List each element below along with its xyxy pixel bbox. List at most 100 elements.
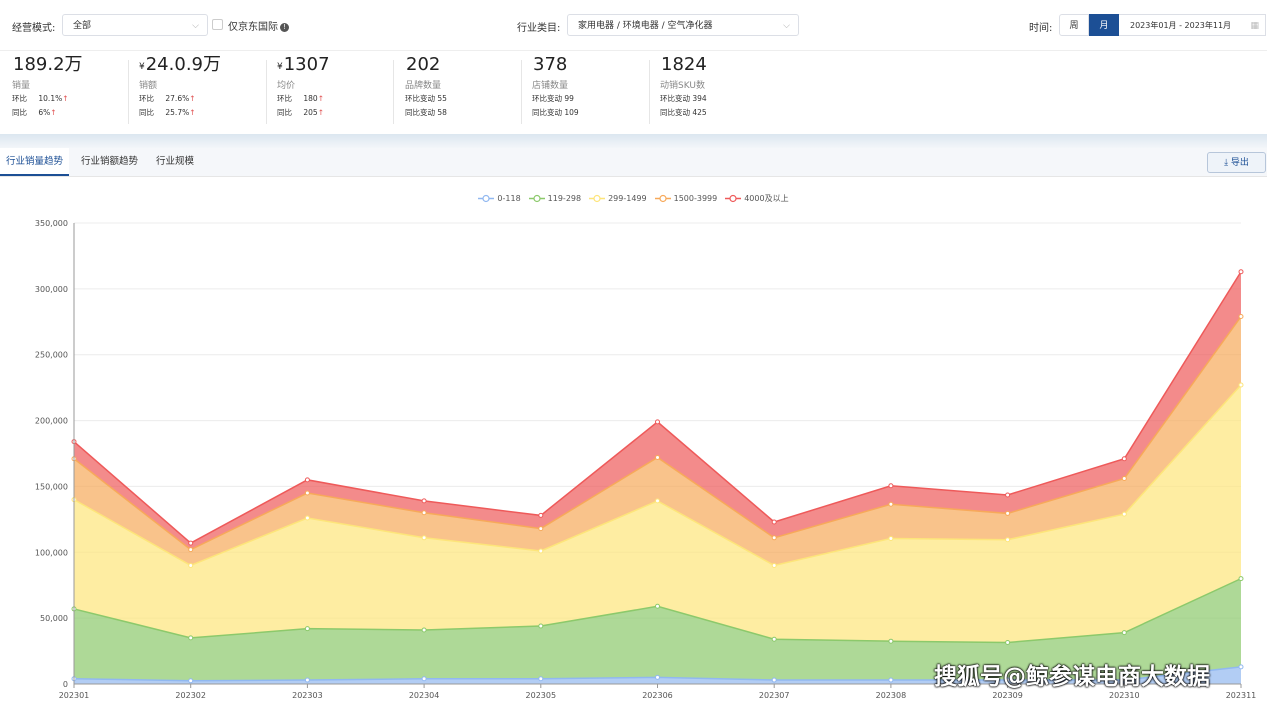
- data-point: [1005, 537, 1011, 543]
- category-select-value: 家用电器 / 环境电器 / 空气净化器: [578, 21, 713, 31]
- legend-label: 4000及以上: [744, 194, 789, 203]
- y-tick-label: 300,000: [35, 285, 68, 294]
- data-point: [188, 678, 194, 684]
- data-point: [304, 477, 310, 483]
- data-point: [1121, 511, 1127, 517]
- x-tick-label: 202311: [1226, 691, 1257, 700]
- divider: [128, 60, 129, 124]
- metric-yoy: 同比 205↑: [277, 108, 325, 117]
- data-point: [421, 676, 427, 682]
- data-point: [421, 498, 427, 504]
- y-tick-label: 350,000: [35, 219, 68, 228]
- watermark: 搜狐号@鲸参谋电商大数据: [934, 664, 1210, 690]
- data-point: [538, 512, 544, 518]
- data-point: [1238, 664, 1244, 670]
- x-tick-label: 202309: [992, 691, 1023, 700]
- x-tick-label: 202305: [526, 691, 557, 700]
- metric-sales-volume: 189.2万 销量 环比 10.1%↑ 同比 6%↑: [12, 52, 83, 124]
- category-label: 行业类目:: [517, 23, 561, 34]
- x-tick-label: 202310: [1109, 691, 1140, 700]
- legend-item[interactable]: 119-298: [528, 194, 581, 203]
- data-point: [888, 483, 894, 489]
- data-point: [1238, 314, 1244, 320]
- info-icon[interactable]: !: [280, 23, 289, 32]
- metric-yoy: 同比变动 58: [405, 108, 447, 117]
- metric-value: 1824: [661, 54, 707, 75]
- data-point: [771, 636, 777, 642]
- legend-marker-icon: [725, 194, 742, 203]
- data-point: [771, 562, 777, 568]
- tab-sales-volume-trend[interactable]: 行业销量趋势: [0, 148, 70, 176]
- legend-marker-icon: [478, 194, 495, 203]
- chevron-down-icon: ⌵: [192, 21, 199, 31]
- section-separator: [0, 134, 1267, 148]
- metric-value: 202: [406, 54, 441, 75]
- legend-marker-icon: [654, 194, 671, 203]
- metric-mom: 环比变动 394: [660, 94, 707, 103]
- metric-value: 378: [533, 54, 568, 75]
- x-tick-label: 202304: [409, 691, 440, 700]
- tab-bar: 行业销量趋势 行业销额趋势 行业规模: [0, 148, 1267, 177]
- mode-select-value: 全部: [73, 21, 92, 31]
- data-point: [1121, 476, 1127, 482]
- metric-mom: 环比 10.1%↑: [12, 94, 69, 103]
- category-select[interactable]: 家用电器 / 环境电器 / 空气净化器 ⌵: [567, 14, 799, 36]
- data-point: [1121, 456, 1127, 462]
- data-point: [421, 627, 427, 633]
- chart-legend: 0-118 119-298 299-1499 1500-3999 4000及以上: [0, 193, 1267, 209]
- data-point: [304, 490, 310, 496]
- export-button[interactable]: ⤓ 导出: [1207, 152, 1266, 173]
- stacked-area-chart: 0 50,000 100,000 150,000 200,000 250,000 300,0…: [35, 219, 1257, 700]
- data-point: [538, 623, 544, 629]
- legend-item[interactable]: 4000及以上: [725, 193, 789, 204]
- chevron-down-icon: ⌵: [783, 21, 790, 31]
- legend-item[interactable]: 299-1499: [589, 194, 647, 203]
- data-point: [771, 519, 777, 525]
- metric-value: 189.2万: [13, 54, 83, 75]
- metric-avg-price: ¥1307 均价 环比 180↑ 同比 205↑: [277, 52, 330, 124]
- data-point: [771, 677, 777, 683]
- data-point: [421, 535, 427, 541]
- legend-item[interactable]: 1500-3999: [654, 194, 718, 203]
- data-point: [655, 674, 660, 680]
- data-point: [304, 677, 310, 683]
- legend-marker-icon: [589, 194, 606, 203]
- calendar-icon: ▦: [1250, 21, 1259, 31]
- metric-name: 品牌数量: [405, 81, 442, 91]
- metric-sales-amount: ¥24.0.9万 销额 环比 27.6%↑ 同比 25.7%↑: [139, 52, 221, 124]
- data-point: [888, 638, 894, 644]
- data-point: [1005, 492, 1011, 498]
- metric-store-count: 378 店铺数量 环比变动 99 同比变动 109: [532, 52, 579, 124]
- data-point: [421, 510, 427, 516]
- tab-industry-scale[interactable]: 行业规模: [150, 148, 200, 176]
- tab-sales-amount-trend[interactable]: 行业销额趋势: [75, 148, 144, 176]
- legend-item[interactable]: 0-118: [478, 194, 521, 203]
- y-tick-label: 0: [63, 680, 68, 689]
- metric-yoy: 同比变动 425: [660, 108, 707, 117]
- metric-sku-count: 1824 动销SKU数 环比变动 394 同比变动 425: [660, 52, 707, 124]
- mode-label: 经营模式:: [12, 23, 56, 34]
- data-point: [1238, 269, 1244, 275]
- metric-yoy: 同比 6%↑: [12, 108, 57, 117]
- data-point: [655, 498, 660, 504]
- jd-intl-checkbox[interactable]: [212, 19, 223, 30]
- x-tick-label: 202308: [876, 691, 907, 700]
- data-point: [1238, 576, 1244, 582]
- week-toggle-button[interactable]: 周: [1059, 14, 1089, 36]
- metric-mom: 环比 180↑: [277, 94, 325, 103]
- data-point: [1238, 382, 1244, 388]
- legend-label: 299-1499: [608, 194, 647, 203]
- date-range-picker[interactable]: 2023年01月 - 2023年11月 ▦: [1119, 14, 1266, 36]
- y-tick-label: 100,000: [35, 548, 68, 557]
- data-point: [1121, 630, 1127, 636]
- legend-label: 1500-3999: [673, 194, 718, 203]
- data-point: [304, 515, 310, 521]
- data-point: [1005, 640, 1011, 646]
- x-tick-label: 202307: [759, 691, 790, 700]
- download-icon: ⤓: [1224, 158, 1229, 168]
- metric-name: 销量: [12, 81, 31, 91]
- month-toggle-button[interactable]: 月: [1089, 14, 1119, 36]
- jd-intl-label: 仅京东国际!: [228, 18, 289, 33]
- mode-select[interactable]: 全部 ⌵: [62, 14, 208, 36]
- metric-mom: 环比 27.6%↑: [139, 94, 196, 103]
